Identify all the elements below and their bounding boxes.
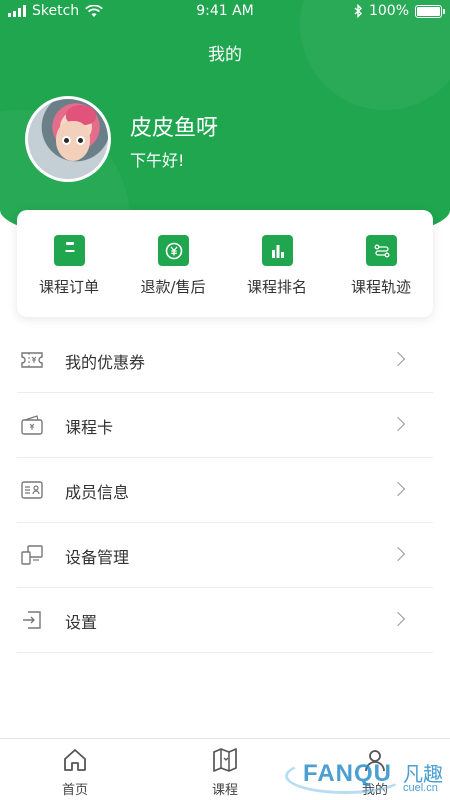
quick-action-refund[interactable]: 退款/售后 xyxy=(121,210,225,317)
exit-settings-icon xyxy=(23,611,41,629)
menu-item-label: 设置 xyxy=(65,613,98,632)
menu-item-member-info[interactable]: 成员信息 xyxy=(17,458,433,523)
menu-item-label: 我的优惠券 xyxy=(65,353,146,372)
battery-icon xyxy=(415,4,445,18)
chevron-right-icon xyxy=(390,351,406,367)
status-bar: Sketch 9:41 AM 100% xyxy=(0,0,450,24)
chevron-right-icon xyxy=(390,481,406,497)
yuan-refund-icon xyxy=(158,235,189,266)
watermark-logo: FANQU 凡趣 cuel.cn xyxy=(285,754,450,800)
greeting-text: 下午好! xyxy=(130,151,185,170)
watermark-url: cuel.cn xyxy=(403,782,438,794)
quick-action-label: 课程排名 xyxy=(246,278,307,296)
quick-action-course-ranking[interactable]: 课程排名 xyxy=(225,210,329,317)
quick-action-label: 课程轨迹 xyxy=(350,278,411,296)
menu-item-settings[interactable]: 设置 xyxy=(17,588,433,653)
home-icon xyxy=(64,749,86,771)
bar-chart-icon xyxy=(262,235,293,266)
battery-percent: 100% xyxy=(368,3,409,19)
menu-item-label: 成员信息 xyxy=(65,483,130,502)
quick-action-label: 课程订单 xyxy=(38,278,99,296)
page-title: 我的 xyxy=(208,45,242,65)
menu-item-course-card[interactable]: 课程卡 xyxy=(17,393,433,458)
tab-label: 首页 xyxy=(61,783,88,798)
chevron-right-icon xyxy=(390,416,406,432)
devices-icon xyxy=(21,545,43,565)
avatar[interactable] xyxy=(25,96,111,182)
menu-item-label: 课程卡 xyxy=(65,418,114,437)
watermark-brand: FANQU xyxy=(303,760,392,787)
map-icon xyxy=(213,748,237,772)
chevron-right-icon xyxy=(390,546,406,562)
coupon-icon xyxy=(21,352,43,368)
tab-home[interactable]: 首页 xyxy=(0,739,150,800)
settings-menu: 我的优惠券 课程卡 成员信息 设备管理 设置 xyxy=(17,328,433,653)
tab-courses[interactable]: 课程 xyxy=(150,739,300,800)
quick-action-course-track[interactable]: 课程轨迹 xyxy=(329,210,433,317)
route-icon xyxy=(366,235,397,266)
username: 皮皮鱼呀 xyxy=(130,116,219,141)
quick-action-label: 退款/售后 xyxy=(140,278,206,296)
bluetooth-icon xyxy=(354,4,362,18)
menu-item-coupons[interactable]: 我的优惠券 xyxy=(17,328,433,393)
quick-action-course-orders[interactable]: 课程订单 xyxy=(17,210,121,317)
chevron-right-icon xyxy=(390,611,406,627)
wallet-card-icon xyxy=(21,415,43,435)
id-card-icon xyxy=(21,481,43,499)
clipboard-icon xyxy=(54,235,85,266)
menu-item-label: 设备管理 xyxy=(65,548,130,567)
quick-actions-card: 课程订单 退款/售后 课程排名 课程轨迹 xyxy=(17,210,433,317)
tab-label: 课程 xyxy=(211,783,238,798)
menu-item-device-management[interactable]: 设备管理 xyxy=(17,523,433,588)
